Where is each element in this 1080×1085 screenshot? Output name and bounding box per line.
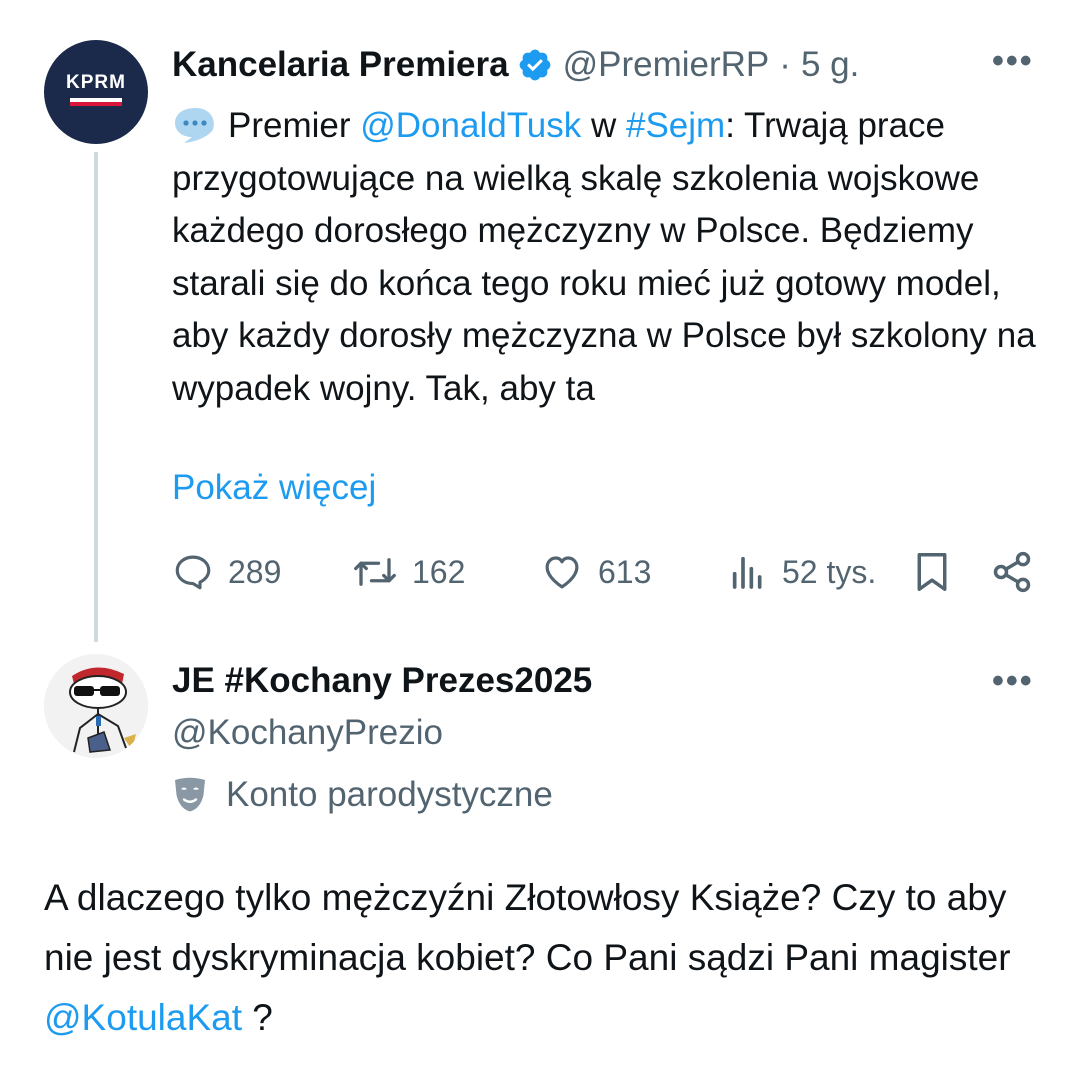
- repost-count: 162: [412, 553, 466, 590]
- reply-count: 289: [228, 553, 282, 590]
- parody-label-text: Konto parodystyczne: [226, 775, 553, 814]
- reply-text-body: A dlaczego tylko mężczyźni Złotowłosy Ks…: [44, 877, 1011, 978]
- parody-account-label: Konto parodystyczne: [172, 772, 553, 818]
- repost-icon: [354, 558, 396, 586]
- show-more-link[interactable]: Pokaż więcej: [172, 465, 376, 511]
- speech-bubble-icon: [175, 108, 214, 143]
- author-name[interactable]: Kancelaria Premiera: [172, 45, 509, 85]
- reply-author-handle[interactable]: @KochanyPrezio: [172, 710, 443, 756]
- header-separator: ·: [779, 45, 791, 84]
- like-button[interactable]: 613: [540, 547, 651, 597]
- theater-mask-icon: [175, 777, 205, 812]
- tweet-body: Premier @DonaldTusk w #Sejm: Trwają prac…: [172, 100, 1042, 415]
- reply-text-suffix: ?: [242, 997, 273, 1038]
- like-count: 613: [598, 553, 652, 590]
- more-icon[interactable]: •••: [992, 42, 1034, 81]
- tweet-text-mid: w: [581, 106, 626, 145]
- tweet-time[interactable]: 5 g.: [801, 45, 859, 85]
- reply-more-icon[interactable]: •••: [992, 662, 1034, 701]
- tweet-text-body: : Trwają prace przygotowujące na wielką …: [172, 106, 1036, 408]
- heart-icon: [545, 556, 579, 589]
- reply-icon: [175, 555, 211, 590]
- repost-button[interactable]: 162: [352, 547, 465, 597]
- author-avatar[interactable]: KPRM: [44, 40, 148, 144]
- reply-author-avatar[interactable]: [44, 654, 148, 758]
- tweet-header: Kancelaria Premiera @PremierRP · 5 g.: [172, 42, 859, 88]
- cartoon-avatar-image: [44, 654, 148, 758]
- views-button[interactable]: 52 tys.: [728, 547, 876, 597]
- thread-connector-line: [94, 152, 98, 642]
- views-count: 52 tys.: [782, 553, 877, 590]
- views-icon: [732, 556, 762, 589]
- mention-link[interactable]: @DonaldTusk: [360, 106, 581, 145]
- avatar-logo-text: KPRM: [66, 72, 126, 93]
- author-handle[interactable]: @PremierRP: [563, 45, 770, 85]
- share-icon: [993, 551, 1031, 593]
- hashtag-link[interactable]: #Sejm: [626, 106, 725, 145]
- reply-body: A dlaczego tylko mężczyźni Złotowłosy Ks…: [44, 868, 1044, 1048]
- verified-badge-icon[interactable]: [517, 47, 553, 83]
- tweet-text-prefix: Premier: [228, 106, 361, 145]
- bookmark-button[interactable]: [912, 547, 966, 597]
- share-button[interactable]: [990, 547, 1048, 597]
- reply-mention-link[interactable]: @KotulaKat: [44, 997, 242, 1038]
- bookmark-icon: [917, 552, 947, 591]
- reply-button[interactable]: 289: [172, 547, 281, 597]
- flag-red-stripe: [70, 102, 122, 106]
- reply-author-name[interactable]: JE #Kochany Prezes2025: [172, 658, 592, 704]
